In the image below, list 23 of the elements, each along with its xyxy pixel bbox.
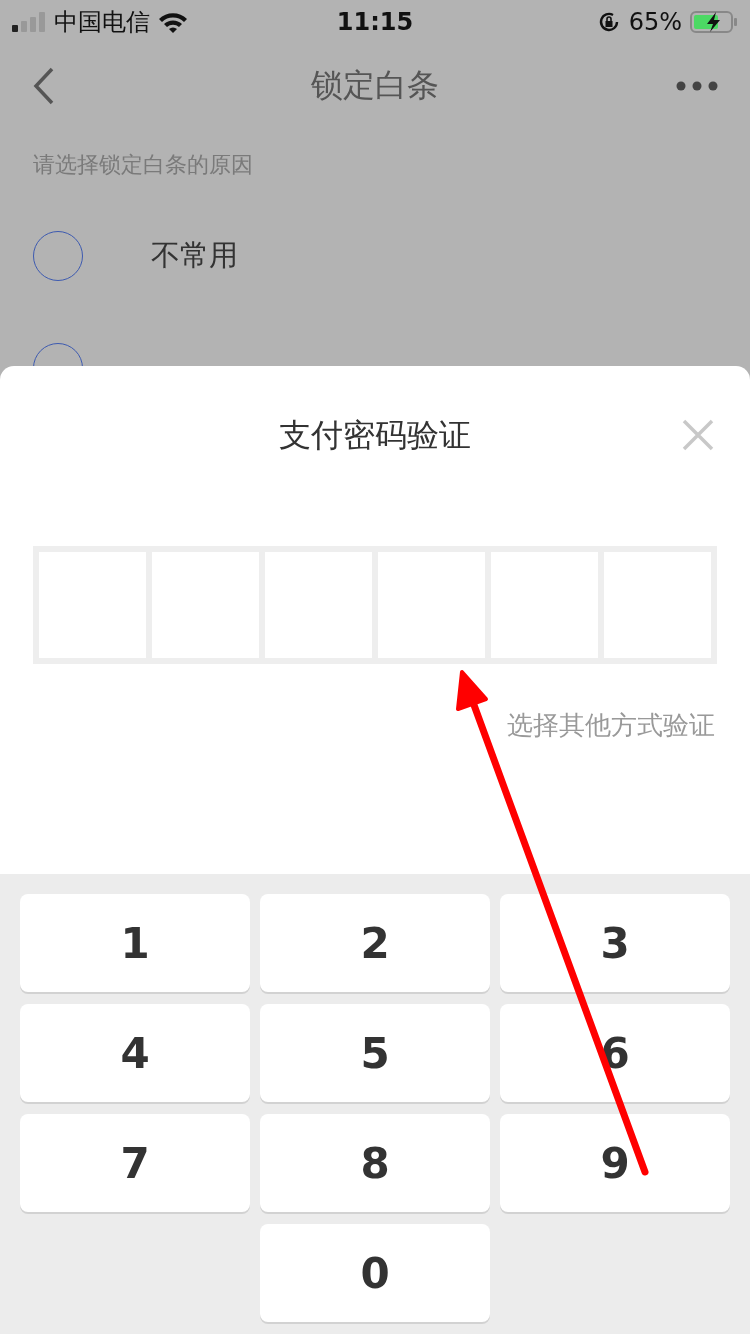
number-key[interactable]: 7 <box>20 1114 250 1212</box>
prompt-text: 请选择锁定白条的原因 <box>32 151 254 179</box>
number-key[interactable]: 0 <box>260 1224 490 1322</box>
clock-time: 11:15 <box>336 8 414 36</box>
number-key[interactable]: 8 <box>260 1114 490 1212</box>
number-key[interactable]: 5 <box>260 1004 490 1102</box>
back-icon[interactable] <box>32 66 56 106</box>
option-label[interactable]: 不常用 <box>151 236 238 276</box>
number-key[interactable]: 9 <box>500 1114 730 1212</box>
wifi-icon <box>158 11 188 33</box>
number-key[interactable]: 4 <box>20 1004 250 1102</box>
dialog-title: 支付密码验证 <box>279 415 471 456</box>
number-key[interactable]: 3 <box>500 894 730 992</box>
more-icon[interactable] <box>676 81 718 91</box>
signal-icon <box>12 12 46 32</box>
carrier-name: 中国电信 <box>54 7 150 38</box>
number-key[interactable]: 2 <box>260 894 490 992</box>
close-icon[interactable] <box>682 419 714 451</box>
battery-icon <box>690 10 738 34</box>
number-key[interactable]: 1 <box>20 894 250 992</box>
battery-percent: 65% <box>628 8 682 36</box>
radio-button[interactable] <box>33 231 83 281</box>
page-title: 锁定白条 <box>311 65 439 106</box>
